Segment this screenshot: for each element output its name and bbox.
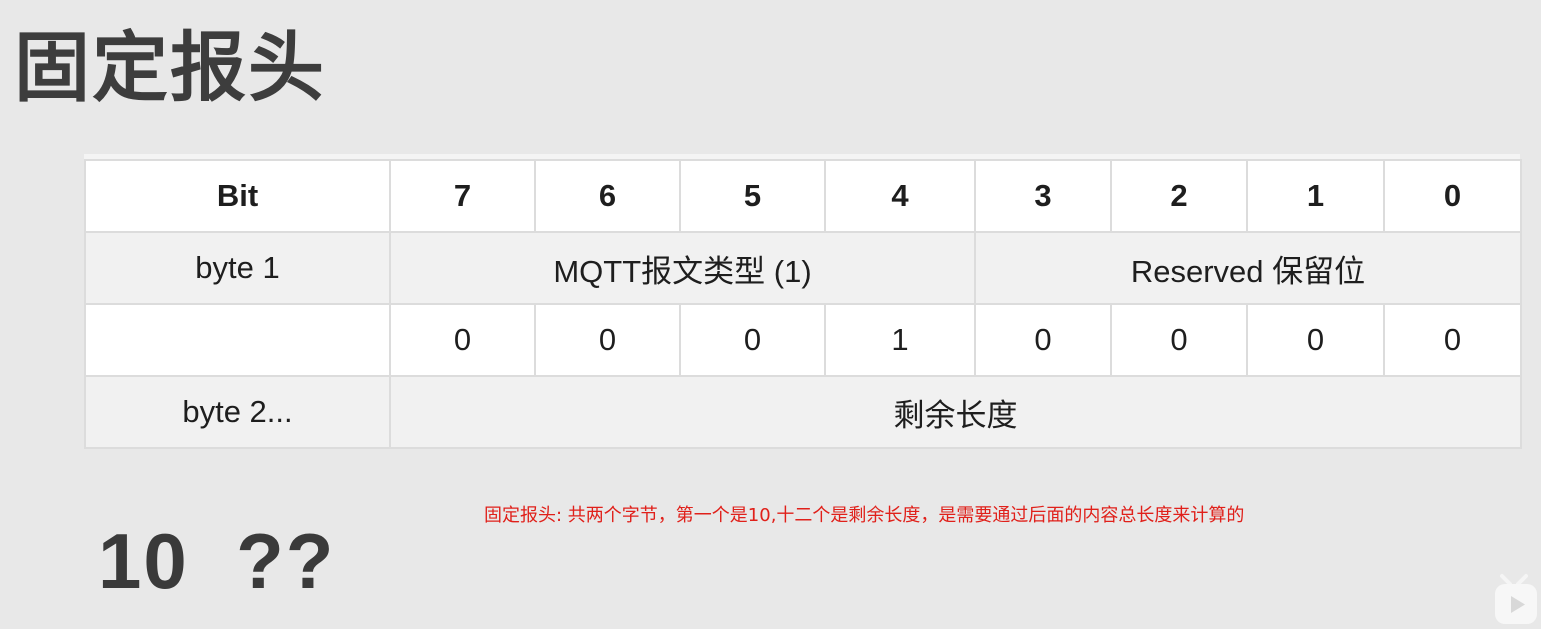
byte1-label: byte 1	[84, 231, 391, 305]
byte2-label: byte 2...	[84, 375, 391, 449]
header-cell-6: 6	[534, 159, 681, 233]
header-cell-7: 7	[389, 159, 536, 233]
byte2-row: byte 2... 剩余长度	[84, 375, 1522, 449]
bit-value-5: 0	[679, 303, 826, 377]
fixed-header-table: Bit 7 6 5 4 3 2 1 0 byte 1 MQTT报文类型 (1) …	[84, 154, 1522, 449]
header-cell-0: 0	[1383, 159, 1522, 233]
bit-value-3: 0	[974, 303, 1112, 377]
slide-title: 固定报头	[14, 23, 326, 112]
video-play-icon[interactable]	[1492, 570, 1540, 625]
header-cell-2: 2	[1110, 159, 1248, 233]
header-cell-bit: Bit	[84, 159, 391, 233]
message-type-cell: MQTT报文类型 (1)	[389, 231, 976, 305]
bit-value-4: 1	[824, 303, 976, 377]
header-cell-5: 5	[679, 159, 826, 233]
bit-value-7: 0	[389, 303, 536, 377]
header-cell-4: 4	[824, 159, 976, 233]
bit-value-0: 0	[1383, 303, 1522, 377]
reserved-cell: Reserved 保留位	[974, 231, 1522, 305]
header-cell-3: 3	[974, 159, 1112, 233]
byte1-row: byte 1 MQTT报文类型 (1) Reserved 保留位	[84, 231, 1522, 305]
remaining-length-cell: 剩余长度	[389, 375, 1522, 449]
bits-row-label	[84, 303, 391, 377]
bit-value-2: 0	[1110, 303, 1248, 377]
header-cell-1: 1	[1246, 159, 1385, 233]
header-byte-value: 10 ??	[98, 517, 336, 605]
annotation-note: 固定报头: 共两个字节，第一个是10,十二个是剩余长度，是需要通过后面的内容总长…	[484, 505, 1245, 526]
table-header-row: Bit 7 6 5 4 3 2 1 0	[84, 159, 1522, 233]
bit-value-1: 0	[1246, 303, 1385, 377]
bit-value-6: 0	[534, 303, 681, 377]
bits-row: 0 0 0 1 0 0 0 0	[84, 303, 1522, 377]
